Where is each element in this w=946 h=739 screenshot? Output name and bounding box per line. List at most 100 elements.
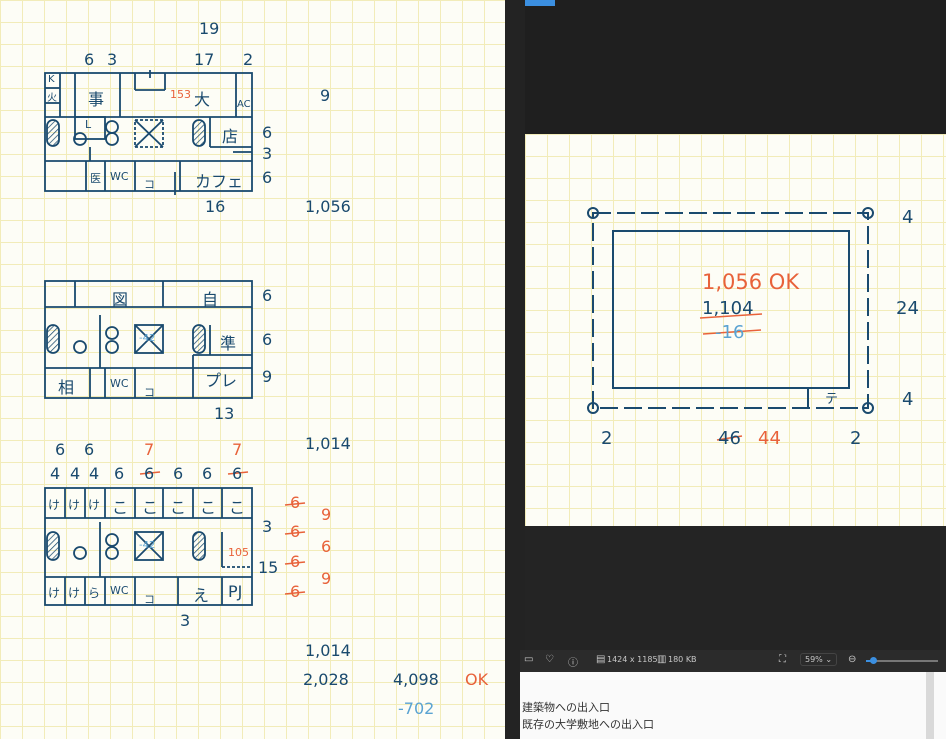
f1-room-ka: 火 (47, 93, 57, 104)
f3-dim-top-r2-3: 4 (89, 464, 100, 483)
site-dim-right-1: 4 (902, 207, 914, 228)
image-viewer-canvas[interactable]: 1,056 OK 1,104 -16 4 24 4 テ 2 46 44 2 (525, 134, 946, 526)
f3-dim-top-r2-5: 6 (144, 464, 155, 483)
notes-canvas-left[interactable]: 19 6 3 17 2 K 火 事 153 大 AC 9 L 店 6 3 6 医… (0, 0, 505, 739)
site-dim-bottom-right: 2 (850, 428, 862, 449)
f1-dim-bottom: 16 (205, 197, 226, 216)
f3-room-ke-3: け (88, 498, 101, 512)
zoom-value: 59% (805, 655, 823, 664)
fit-screen-icon[interactable]: ⛶ (779, 654, 786, 665)
f2-room-zu: 図 (112, 290, 129, 309)
f3-dim-top-r2-6: 6 (173, 464, 184, 483)
pane-divider[interactable] (505, 0, 525, 739)
f3-struck-1: 6 (290, 493, 301, 512)
floor-plan-sketches (44, 70, 306, 606)
file-size: 180 KB (668, 655, 697, 664)
f3-dim-top-r2-4: 6 (114, 464, 125, 483)
f3-dim-top-r2-8: 6 (232, 464, 243, 483)
f1-dim-top-3: 17 (194, 50, 215, 69)
f3-replaced-3: 9 (321, 569, 332, 588)
f3-room-ke-2: け (68, 498, 81, 512)
f2-room-pure: プレ (205, 371, 238, 390)
summary-diff: -702 (398, 699, 435, 718)
image-size-icon: ▤ (596, 654, 606, 665)
summary-sum: 2,028 (303, 670, 349, 689)
zoom-slider-handle[interactable] (870, 657, 877, 664)
f1-room-k: K (48, 74, 55, 85)
document-text-panel: 建築物への出入口 既存の大学敷地への出入口 (520, 672, 946, 739)
f3-room-ke-4: け (48, 586, 61, 600)
site-dim-right-3: 4 (902, 389, 914, 410)
zoom-dropdown[interactable]: 59% ⌄ (800, 653, 838, 666)
viewer-statusbar: ▭ ♡ ⓘ ▤ 1424 x 1185 ▥ 180 KB ⛶ 59% ⌄ ⊖ (520, 650, 946, 672)
f1-dim-top-4: 2 (243, 50, 254, 69)
f1-room-i: 医 (90, 172, 101, 185)
toolbar-active-tab[interactable] (525, 0, 555, 6)
heart-icon[interactable]: ♡ (545, 654, 554, 665)
site-dim-bottom-new: 44 (758, 428, 781, 449)
f2-dim-bottom: 13 (214, 404, 235, 423)
f3-room-ko-4: こ (200, 498, 217, 517)
f3-room-wc: WC (110, 584, 129, 597)
legend-entrance-building: 建築物への出入口 (522, 701, 610, 714)
f3-struck-3: 6 (290, 552, 301, 571)
save-icon[interactable]: ▭ (524, 654, 533, 665)
zoom-out-icon[interactable]: ⊖ (848, 654, 856, 665)
f1-dim-right-2: 3 (262, 144, 273, 163)
f3-room-ke-5: け (68, 586, 81, 600)
scrollbar[interactable] (926, 672, 934, 739)
file-size-icon: ▥ (657, 654, 667, 665)
site-area-diff: -16 (715, 322, 745, 343)
info-icon[interactable]: ⓘ (568, 654, 578, 669)
f1-room-wc: WC (110, 170, 129, 183)
f1-room-ac: AC (237, 99, 251, 110)
f1-value-153: 153 (170, 88, 191, 101)
f3-room-ko-5: こ (229, 498, 246, 517)
f2-room-jun: 準 (220, 334, 237, 353)
f3-room-ko-2: こ (142, 498, 159, 517)
f3-struck-4: 6 (290, 582, 301, 601)
f3-room-ko-small: コ (144, 593, 155, 606)
f3-dim-bottom: 3 (180, 611, 191, 630)
viewer-background-bottom (525, 526, 946, 650)
f2-room-so: 相 (58, 378, 75, 397)
f3-dim-top-r2-7: 6 (202, 464, 213, 483)
f1-dim-top-2: 3 (107, 50, 118, 69)
f3-room-pj: PJ (228, 582, 243, 601)
f2-value-42: -42 (139, 333, 156, 344)
f3-room-e: え (193, 586, 210, 605)
f1-room-ji: 事 (88, 90, 105, 109)
chevron-down-icon: ⌄ (825, 655, 833, 664)
f1-dim-right-3: 6 (262, 168, 273, 187)
f1-room-ten: 店 (222, 127, 239, 146)
site-dim-right-2: 24 (896, 298, 919, 319)
f2-room-wc: WC (110, 377, 129, 390)
summary-grand-total: 4,098 (393, 670, 439, 689)
f3-dim-right-1: 3 (262, 517, 273, 536)
f1-room-ko: コ (144, 178, 155, 191)
site-dim-bottom-old: 46 (718, 428, 741, 449)
f3-value-105: 105 (228, 546, 249, 559)
legend-entrance-campus: 既存の大学敷地への出入口 (522, 718, 654, 731)
f2-dim-right-2: 6 (262, 330, 273, 349)
f3-dim-top-r1-1: 6 (55, 440, 66, 459)
f1-dim-right-1: 6 (262, 123, 273, 142)
f3-room-ko-3: こ (170, 498, 187, 517)
f2-total: 1,014 (305, 434, 351, 453)
f1-dim-top-total: 19 (199, 19, 220, 38)
f3-struck-2: 6 (290, 522, 301, 541)
f1-room-l: L (85, 118, 92, 131)
f1-room-cafe: カフェ (195, 172, 244, 191)
f3-replaced-2: 6 (321, 537, 332, 556)
f3-dim-top-r1-4: 7 (232, 440, 243, 459)
f1-total: 1,056 (305, 197, 351, 216)
f2-dim-right-1: 6 (262, 286, 273, 305)
f3-room-ko-1: こ (112, 498, 129, 517)
f1-side-9: 9 (320, 86, 331, 105)
f3-total: 1,014 (305, 641, 351, 660)
f3-dim-top-r2-2: 4 (70, 464, 81, 483)
f3-dim-right-2: 15 (258, 558, 279, 577)
summary-ok: OK (465, 670, 489, 689)
f1-dim-top-1: 6 (84, 50, 95, 69)
f3-dim-top-r1-2: 6 (84, 440, 95, 459)
